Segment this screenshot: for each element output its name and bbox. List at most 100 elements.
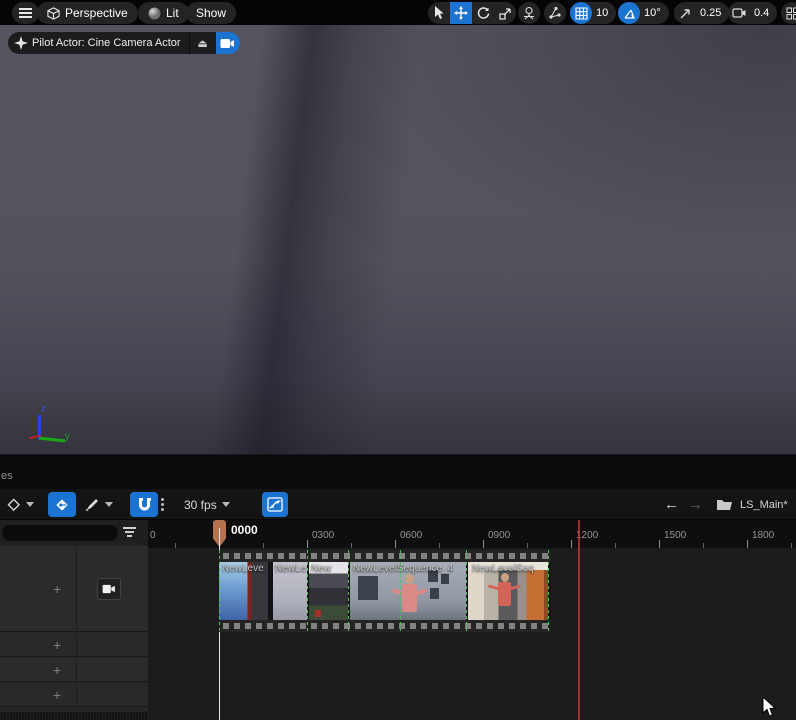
add-section-button[interactable]: + (53, 637, 61, 653)
rotate-tool-button[interactable] (472, 2, 494, 24)
scale-tool-button[interactable] (494, 2, 516, 24)
axis-y-label: y (65, 431, 70, 441)
playhead-time: 0000 (231, 523, 258, 537)
hamburger-icon (19, 7, 32, 18)
grid-snap-control[interactable]: 10 (570, 2, 617, 24)
show-button[interactable]: Show (186, 2, 237, 24)
rotation-snap-value: 10° (644, 7, 661, 19)
track-panel-header (0, 520, 148, 546)
scale-snap-icon (674, 2, 696, 24)
thumbnail-person-head (405, 574, 414, 584)
sequencer-timeline[interactable]: 0 0300 0600 0900 1200 1500 1800 0000 New… (148, 520, 796, 720)
auto-key-icon (56, 498, 68, 511)
camera-cuts-track-row[interactable]: + (0, 546, 148, 632)
layout-grid-icon (786, 7, 796, 19)
axis-z-label: z (41, 403, 46, 413)
ruler-label: 0 (150, 530, 156, 541)
keyframe-diamond-icon (7, 498, 20, 511)
camera-speed-icon (728, 2, 750, 24)
track-row[interactable]: + (0, 633, 148, 657)
angle-snap-icon (618, 2, 640, 24)
arrow-left-icon: ← (664, 496, 679, 513)
move-icon (454, 6, 468, 20)
select-tool-button[interactable] (428, 2, 450, 24)
snapping-button[interactable] (130, 492, 158, 517)
thumbnail-person-head (501, 573, 509, 582)
filmstrip-sprockets-top (219, 550, 551, 562)
sequence-back-button[interactable]: ← (664, 492, 679, 517)
world-coordinate-icon (524, 6, 534, 20)
viewport-menu-button[interactable] (12, 2, 39, 24)
cursor-arrow-icon (434, 6, 443, 19)
chevron-down-icon (105, 502, 113, 507)
pilot-actor-bar[interactable]: Pilot Actor: Cine Camera Actor ⏏ (8, 32, 240, 54)
shots-filmstrip-track[interactable]: NewLeve NewLe New NewLevelSequence_4 New… (219, 550, 551, 632)
camera-speed-control[interactable]: 0.4 (728, 2, 778, 24)
thumbnail-person (402, 584, 417, 612)
clip-boundary-marker (466, 550, 467, 632)
camera-lock-button[interactable] (97, 578, 121, 600)
chevron-down-icon (221, 502, 230, 507)
viewport-layout-button[interactable] (781, 2, 796, 24)
sequencer-toolbar: 30 fps ← → LS_Main* (0, 489, 796, 520)
scale-snap-control[interactable]: 0.25 (674, 2, 730, 24)
vertical-dots-icon (161, 498, 164, 511)
keyframe-options-button[interactable] (6, 492, 34, 517)
pilot-camera-button[interactable] (215, 32, 240, 54)
clip-boundary-marker (348, 550, 349, 632)
add-section-button[interactable]: + (53, 687, 61, 703)
add-section-button[interactable]: + (53, 662, 61, 678)
fps-dropdown[interactable]: 30 fps (184, 492, 230, 517)
clip-boundary-marker (400, 550, 401, 632)
eject-pilot-button[interactable]: ⏏ (190, 37, 216, 50)
fps-label: 30 fps (184, 497, 217, 512)
track-panel-scrollbar[interactable] (0, 712, 148, 720)
curve-editor-button[interactable] (262, 492, 288, 517)
sequence-forward-button[interactable]: → (688, 492, 703, 517)
arrow-right-icon: → (688, 496, 703, 513)
add-section-button[interactable]: + (53, 581, 61, 597)
clip-boundary-marker (219, 550, 220, 632)
camera-viewport[interactable]: z y (0, 25, 796, 455)
lit-label: Lit (166, 6, 179, 20)
lit-button[interactable]: Lit (138, 2, 189, 24)
auto-key-button[interactable] (48, 492, 76, 517)
snapping-options-button[interactable] (161, 492, 164, 517)
playback-range-end-line[interactable] (578, 520, 580, 720)
track-row[interactable]: + (0, 658, 148, 682)
grid-snap-icon (570, 2, 592, 24)
surface-snapping-button[interactable] (544, 2, 566, 24)
show-label: Show (196, 6, 227, 20)
axis-y-line (38, 436, 66, 443)
row-divider (76, 546, 77, 631)
thumbnail-person (498, 582, 511, 606)
row-divider (76, 633, 77, 656)
sequence-name[interactable]: LS_Main* (740, 492, 788, 517)
rotation-snap-control[interactable]: 10° (618, 2, 669, 24)
ruler-label: 1800 (752, 530, 775, 541)
track-row[interactable]: + (0, 683, 148, 707)
sequence-browse-button[interactable] (716, 492, 733, 517)
video-camera-icon (102, 584, 115, 594)
move-tool-button[interactable] (450, 2, 472, 24)
cube-icon (47, 6, 60, 20)
clipped-tab-label: es (1, 470, 13, 482)
thumbnail-detail (358, 576, 378, 600)
perspective-label: Perspective (65, 6, 128, 20)
filter-icon[interactable] (123, 527, 137, 539)
folder-icon (717, 500, 732, 510)
pen-icon (86, 498, 98, 511)
viewport-toolbar: Perspective Lit Show 10 10° 0.25 0.4 (0, 0, 796, 25)
pilot-actor-label: Pilot Actor: Cine Camera Actor (32, 37, 181, 49)
ruler-label: 1500 (664, 530, 687, 541)
perspective-button[interactable]: Perspective (37, 2, 138, 24)
track-search-input[interactable] (2, 525, 118, 541)
scale-snap-value: 0.25 (700, 7, 722, 19)
grid-snap-value: 10 (596, 7, 609, 19)
marked-frame-button[interactable] (84, 492, 113, 517)
mouse-cursor (762, 695, 778, 720)
coordinate-system-button[interactable] (518, 2, 540, 24)
ruler-label: 0600 (400, 530, 423, 541)
rotate-icon (477, 6, 489, 19)
sequencer-track-panel: + + + + (0, 520, 148, 720)
